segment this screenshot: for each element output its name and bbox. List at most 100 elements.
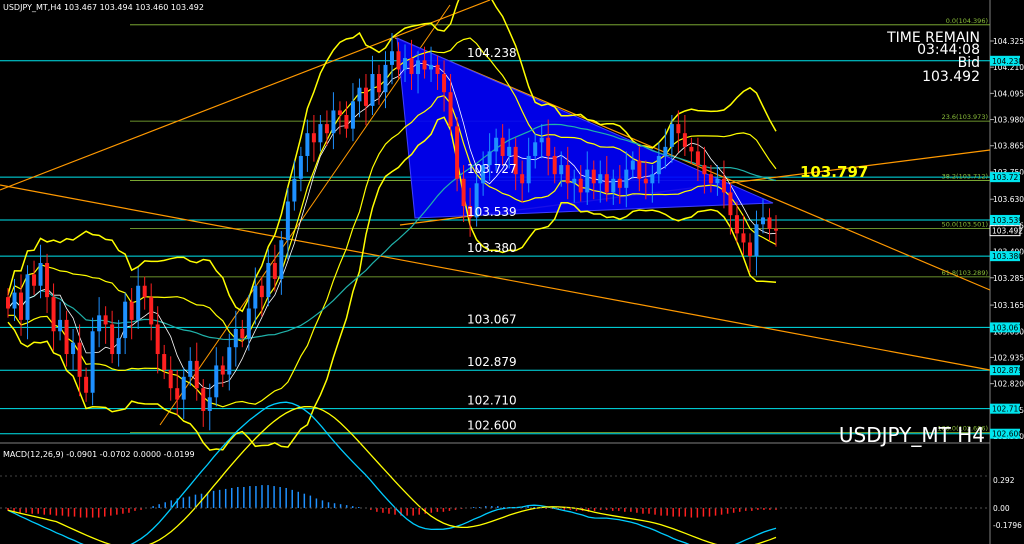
candle-body bbox=[149, 297, 154, 325]
candle-body bbox=[728, 192, 733, 216]
candle-body bbox=[650, 174, 655, 184]
candle-body bbox=[168, 369, 173, 389]
candle-body bbox=[624, 169, 629, 188]
candle-body bbox=[390, 51, 394, 65]
candle-body bbox=[201, 388, 206, 411]
candle-body bbox=[663, 146, 668, 156]
candle-body bbox=[324, 124, 329, 134]
candle-body bbox=[123, 301, 128, 339]
candle-body bbox=[376, 74, 381, 93]
candle-body bbox=[194, 360, 199, 389]
candle-body bbox=[331, 110, 336, 134]
candle-body bbox=[604, 174, 609, 193]
candle-body bbox=[344, 114, 349, 129]
candle-body bbox=[25, 274, 30, 320]
candle-body bbox=[741, 233, 746, 243]
candle-body bbox=[136, 285, 141, 320]
level-label: 102.600 bbox=[467, 419, 517, 433]
candle-body bbox=[591, 169, 596, 184]
symbol-info: USDJPY_MT,H4 103.467 103.494 103.460 103… bbox=[3, 3, 204, 12]
candle-body bbox=[214, 365, 219, 398]
candle-body bbox=[181, 376, 186, 400]
level-label: 103.539 bbox=[467, 205, 517, 219]
candle-body bbox=[32, 274, 37, 286]
highlight-price: 103.797 bbox=[800, 163, 868, 181]
candle-body bbox=[552, 155, 557, 175]
candle-body bbox=[253, 285, 258, 309]
axis-tag-label: 103.539 bbox=[992, 216, 1023, 225]
candle-body bbox=[188, 360, 193, 377]
axis-tick-label: 104.095 bbox=[993, 89, 1024, 98]
candle-body bbox=[767, 217, 772, 229]
level-label: 104.238 bbox=[467, 46, 517, 60]
candle-body bbox=[279, 240, 284, 279]
candle-body bbox=[403, 58, 408, 70]
candle-body bbox=[51, 297, 56, 332]
axis-tick-label: 103.980 bbox=[993, 116, 1024, 125]
candle-body bbox=[90, 331, 95, 393]
candle-body bbox=[585, 169, 590, 193]
candle-body bbox=[38, 262, 43, 286]
candle-body bbox=[129, 301, 134, 320]
axis-tag-label: 102.710 bbox=[992, 405, 1023, 414]
candle-body bbox=[155, 324, 160, 355]
axis-tick-label: 103.165 bbox=[993, 301, 1024, 310]
candle-body bbox=[142, 285, 147, 298]
candle-body bbox=[220, 365, 225, 375]
candle-body bbox=[383, 64, 388, 93]
candle-body bbox=[292, 178, 297, 202]
candle-body bbox=[97, 315, 102, 332]
candle-body bbox=[559, 165, 564, 175]
candle-body bbox=[533, 142, 538, 156]
candle-body bbox=[611, 178, 616, 193]
candle-body bbox=[370, 74, 375, 106]
candle-body bbox=[448, 92, 453, 127]
candle-body bbox=[442, 74, 447, 93]
candle-body bbox=[539, 137, 544, 143]
macd-axis-label: 0.292 bbox=[993, 476, 1015, 485]
candle-body bbox=[350, 101, 355, 129]
candle-body bbox=[669, 124, 674, 147]
level-label: 103.067 bbox=[467, 312, 517, 326]
candle-body bbox=[507, 146, 512, 156]
candle-body bbox=[435, 64, 440, 75]
axis-tick-label: 102.820 bbox=[993, 380, 1024, 389]
candle-body bbox=[656, 155, 661, 175]
candle-body bbox=[409, 58, 414, 75]
candle-body bbox=[233, 328, 238, 348]
candle-body bbox=[708, 174, 713, 184]
candle-body bbox=[676, 124, 681, 134]
axis-tag-label: 103.067 bbox=[992, 323, 1023, 332]
candle-body bbox=[774, 228, 778, 231]
candle-body bbox=[363, 87, 368, 106]
axis-tag-label: 102.600 bbox=[992, 430, 1023, 439]
candle-body bbox=[721, 178, 726, 193]
candle-body bbox=[598, 174, 603, 184]
candle-body bbox=[578, 178, 583, 193]
macd-axis-label: -0.1796 bbox=[993, 521, 1022, 530]
candle-body bbox=[240, 328, 245, 339]
candle-body bbox=[175, 388, 180, 400]
macd-info: MACD(12,26,9) -0.0901 -0.0702 0.0000 -0.… bbox=[3, 450, 195, 459]
candle-body bbox=[416, 60, 421, 75]
axis-tick-label: 103.630 bbox=[993, 195, 1024, 204]
fib-label: 50.0(103.501) bbox=[942, 221, 988, 229]
candle-body bbox=[285, 201, 290, 241]
candle-body bbox=[682, 133, 687, 147]
candle-body bbox=[695, 151, 700, 166]
candle-body bbox=[357, 87, 362, 102]
candle-body bbox=[572, 178, 577, 184]
candle-body bbox=[64, 319, 69, 355]
candle-body bbox=[637, 160, 642, 179]
candle-body bbox=[500, 137, 505, 156]
candle-body bbox=[455, 126, 460, 179]
candle-body bbox=[116, 338, 121, 355]
candle-body bbox=[689, 146, 694, 152]
trading-chart[interactable]: 104.238 103.727 103.539 103.380 103.067 102.8… bbox=[0, 0, 1024, 544]
candle-body bbox=[520, 174, 525, 184]
candle-body bbox=[643, 178, 648, 184]
candle-body bbox=[207, 397, 212, 411]
axis-tick-label: 103.285 bbox=[993, 274, 1024, 283]
candle-body bbox=[617, 178, 622, 188]
candle-body bbox=[565, 165, 570, 184]
